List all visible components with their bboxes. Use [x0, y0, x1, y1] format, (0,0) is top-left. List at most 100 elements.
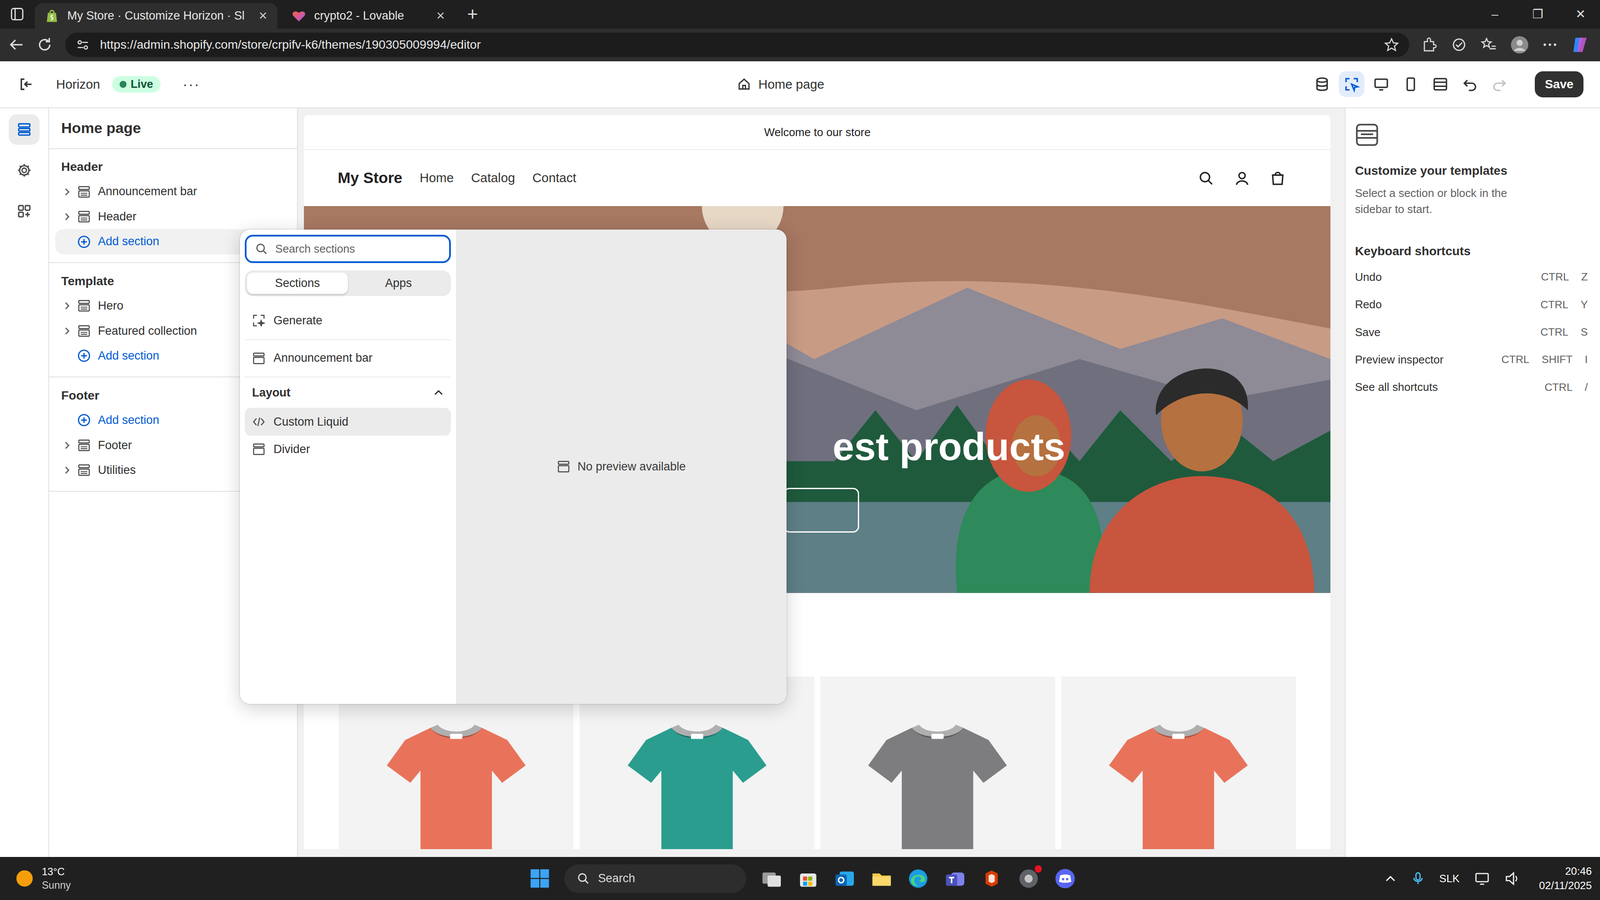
cart-icon[interactable] [1269, 170, 1287, 187]
store-app-icon[interactable] [796, 867, 820, 890]
section-icon [77, 185, 91, 199]
inspector-button[interactable] [1338, 71, 1365, 97]
mobile-button[interactable] [1397, 71, 1424, 97]
browser-tab[interactable]: My Store · Customize Horizon · Sl× [34, 3, 278, 29]
templates-icon [1354, 122, 1380, 147]
undo-button[interactable] [1456, 71, 1483, 97]
shortcut-row: RedoCTRLY [1354, 290, 1588, 319]
desktop-button[interactable] [1368, 71, 1394, 97]
microphone-icon[interactable] [1410, 871, 1426, 886]
tab-actions-button[interactable] [3, 0, 31, 29]
copilot-icon[interactable] [1571, 35, 1590, 54]
sections-rail-button[interactable] [8, 114, 40, 145]
apps-rail-button[interactable] [8, 196, 40, 227]
layout-group-header[interactable]: Layout [244, 377, 451, 408]
window-control-button[interactable]: ❐ [1518, 0, 1557, 29]
more-actions-button[interactable]: ··· [182, 76, 200, 93]
chevron-right-icon[interactable] [63, 441, 72, 450]
section-icon [77, 324, 91, 338]
hero-button[interactable] [783, 487, 860, 533]
chevron-right-icon[interactable] [63, 301, 72, 310]
shortcut-row: UndoCTRLZ [1354, 263, 1588, 291]
settings-rail-button[interactable] [8, 155, 40, 186]
site-info-icon[interactable] [75, 37, 90, 53]
theme-name: Horizon [56, 76, 100, 92]
network-icon[interactable] [1473, 870, 1491, 887]
chevron-right-icon[interactable] [63, 466, 72, 475]
back-icon[interactable] [8, 36, 25, 54]
redo-button[interactable] [1486, 71, 1513, 97]
profile-avatar-icon[interactable] [1510, 35, 1529, 54]
close-tab-button[interactable]: × [436, 7, 445, 24]
search-sections-field[interactable] [244, 234, 451, 264]
sun-icon [14, 868, 35, 889]
chevron-right-icon[interactable] [63, 187, 72, 197]
extensions-icon[interactable] [1421, 36, 1438, 54]
store-nav-link[interactable]: Home [419, 170, 454, 186]
inspector-icon [1343, 76, 1360, 93]
chevron-right-icon[interactable] [63, 326, 72, 336]
discord-icon[interactable] [1053, 867, 1077, 890]
key-label: SHIFT [1541, 353, 1573, 366]
favorites-icon[interactable] [1480, 36, 1497, 54]
store-nav-link[interactable]: Catalog [470, 170, 515, 186]
url-field[interactable]: https://admin.shopify.com/store/crpifv-k… [65, 32, 1410, 57]
save-button[interactable]: Save [1534, 71, 1584, 98]
section-icon [77, 210, 91, 224]
sync-icon[interactable] [1450, 36, 1468, 54]
section-option[interactable]: Announcement bar [244, 340, 451, 378]
store-nav-link[interactable]: Contact [532, 170, 577, 186]
task-view-icon[interactable] [760, 867, 784, 890]
chevron-right-icon[interactable] [63, 212, 72, 221]
page-selector[interactable]: Home page [736, 76, 825, 92]
product-card[interactable] [1061, 676, 1297, 850]
weather-widget[interactable]: 13°CSunny [14, 865, 530, 892]
windows-start-icon[interactable] [529, 868, 550, 889]
key-label: I [1584, 353, 1588, 366]
search-icon[interactable] [1197, 170, 1215, 187]
store-button[interactable] [1309, 71, 1335, 97]
panel-description: Select a section or block in the sidebar… [1354, 185, 1588, 218]
taskbar-search[interactable]: Search [564, 864, 747, 894]
product-card[interactable] [820, 676, 1056, 850]
close-tab-button[interactable]: × [258, 7, 267, 24]
account-icon[interactable] [1233, 170, 1251, 187]
edge-icon[interactable] [906, 867, 930, 890]
key-label: CTRL [1540, 298, 1569, 311]
teams-icon[interactable] [943, 867, 967, 890]
store-logo[interactable]: My Store [337, 169, 403, 187]
section-option[interactable]: Custom Liquid [244, 407, 451, 436]
picker-tab[interactable]: Apps [347, 272, 449, 295]
hidden-icons-chevron-icon[interactable] [1384, 872, 1397, 885]
tshirt-icon [1106, 719, 1250, 850]
fullwidth-button[interactable] [1427, 71, 1454, 97]
section-option[interactable]: Generate [244, 302, 451, 340]
outlook-icon[interactable] [833, 867, 857, 890]
favorite-star-icon[interactable] [1383, 37, 1400, 53]
picker-tab[interactable]: Sections [246, 272, 348, 295]
exit-editor-icon[interactable] [18, 76, 35, 93]
file-explorer-icon[interactable] [870, 867, 894, 890]
volume-icon[interactable] [1504, 870, 1521, 887]
search-icon [254, 242, 269, 256]
editor-main: Home pageHeaderAnnouncement barHeaderAdd… [0, 108, 1600, 858]
section-option[interactable]: Divider [244, 435, 451, 464]
key-label: CTRL [1544, 381, 1573, 394]
input-language[interactable]: SLK [1439, 872, 1460, 885]
live-badge: Live [112, 76, 160, 93]
more-menu-icon[interactable] [1541, 36, 1559, 54]
section-item[interactable]: Header [55, 204, 291, 230]
new-tab-button[interactable]: + [459, 0, 487, 29]
tab-actions-icon [10, 6, 25, 22]
browser-tab[interactable]: crypto2 - Lovable× [281, 3, 455, 29]
clock[interactable]: 20:4602/11/2025 [1539, 864, 1592, 894]
section-item[interactable]: Announcement bar [55, 179, 291, 205]
code-icon [252, 415, 266, 429]
window-control-button[interactable]: – [1475, 0, 1515, 29]
window-control-button[interactable]: ✕ [1561, 0, 1600, 29]
chevron-up-icon [433, 387, 444, 398]
m365-icon[interactable] [980, 867, 1004, 890]
key-label: Z [1581, 270, 1588, 284]
search-input[interactable] [275, 242, 442, 256]
reload-icon[interactable] [36, 36, 54, 54]
